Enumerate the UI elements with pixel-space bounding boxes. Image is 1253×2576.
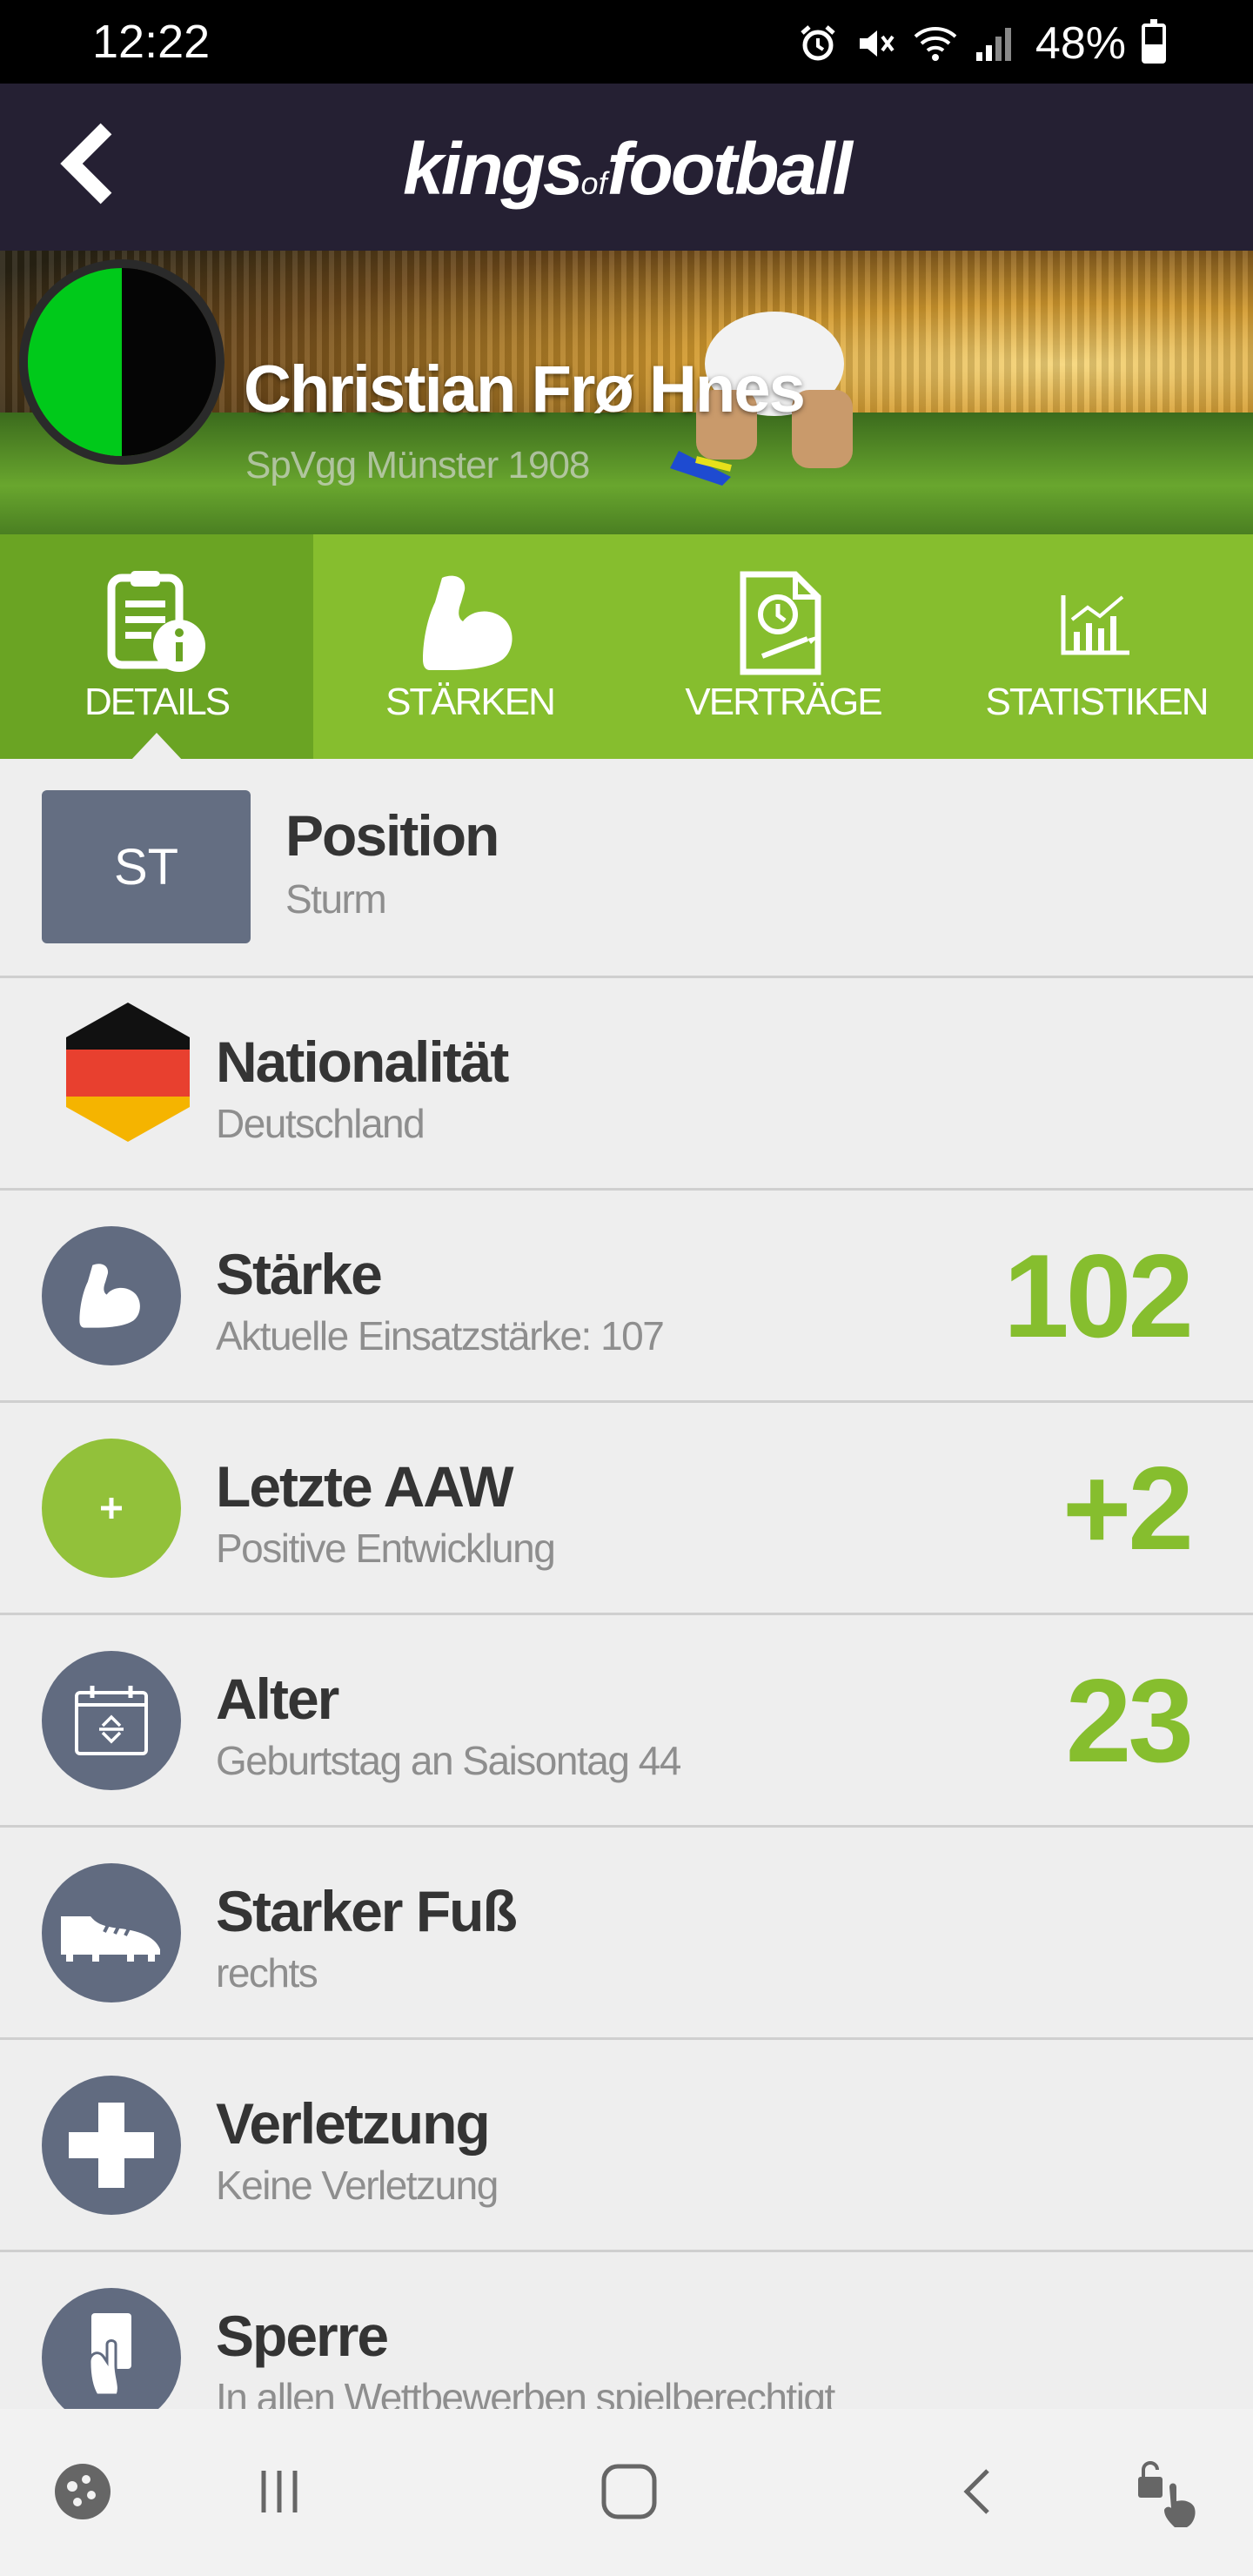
- row-subtitle: Aktuelle Einsatzstärke: 107: [216, 1313, 665, 1358]
- medical-cross-icon: [42, 2075, 181, 2215]
- status-bar: 12:22 48%: [0, 0, 1253, 84]
- bar-chart-icon: [1061, 595, 1129, 655]
- tab-label: STÄRKEN: [385, 681, 556, 723]
- row-title: Sperre: [216, 2304, 389, 2368]
- card-hand-icon: [42, 2287, 181, 2427]
- lock-touch-icon[interactable]: [1122, 2444, 1218, 2539]
- detail-row-injury: Verletzung Keine Verletzung: [0, 2040, 1253, 2252]
- recent-apps-icon[interactable]: [231, 2444, 327, 2539]
- logo-kings: kings: [403, 128, 583, 210]
- logo-football: football: [606, 128, 853, 210]
- player-name: Christian Frø Hnes: [244, 352, 806, 426]
- row-subtitle: Deutschland: [216, 1101, 425, 1146]
- logo-of: of: [580, 165, 607, 201]
- flexed-arm-icon: [423, 575, 513, 670]
- germany-flag-icon: [66, 1003, 190, 1142]
- plus-icon: [42, 1438, 181, 1578]
- row-title: Verletzung: [216, 2091, 491, 2156]
- row-title: Letzte AAW: [216, 1454, 514, 1519]
- details-list: ST Position Sturm Nationalität Deutschla…: [0, 759, 1253, 2465]
- row-subtitle: Positive Entwicklung: [216, 1526, 556, 1571]
- strength-value: 102: [1003, 1229, 1194, 1362]
- status-time: 12:22: [92, 16, 211, 68]
- tab-statistiken[interactable]: STATISTIKEN: [940, 534, 1253, 759]
- row-title: Stärke: [216, 1242, 383, 1306]
- tab-bar: DETAILS STÄRKEN VERTRÄGE STATISTIKEN: [0, 534, 1253, 759]
- row-subtitle: Sturm: [285, 876, 387, 922]
- mute-icon: [859, 30, 895, 57]
- tab-details[interactable]: DETAILS: [0, 534, 313, 759]
- battery-icon: [1142, 19, 1166, 64]
- tab-label: STATISTIKEN: [985, 681, 1209, 723]
- row-subtitle: Keine Verletzung: [216, 2163, 499, 2208]
- battery-percent: 48%: [1035, 18, 1126, 69]
- tab-label: DETAILS: [84, 681, 231, 723]
- status-icons: 48%: [797, 17, 1166, 70]
- player-club[interactable]: SpVgg Münster 1908: [245, 444, 590, 487]
- app-header: kingsoffootball: [0, 84, 1253, 251]
- club-badge: [19, 259, 224, 465]
- detail-row-age: Alter Geburtstag an Saisontag 44 23: [0, 1615, 1253, 1828]
- active-tab-indicator: [131, 733, 183, 761]
- detail-row-aaw: Letzte AAW Positive Entwicklung +2: [0, 1403, 1253, 1615]
- row-title: Alter: [216, 1667, 339, 1731]
- tab-vertraege[interactable]: VERTRÄGE: [626, 534, 940, 759]
- row-subtitle: Geburtstag an Saisontag 44: [216, 1738, 681, 1783]
- game-launcher-icon[interactable]: [35, 2444, 131, 2539]
- home-icon[interactable]: [581, 2444, 677, 2539]
- alarm-icon: [801, 25, 835, 61]
- calendar-icon: [42, 1650, 181, 1790]
- system-nav-bar: [0, 2409, 1253, 2576]
- row-title: Starker Fuß: [216, 1879, 518, 1943]
- app-logo: kingsoffootball: [0, 127, 1253, 211]
- aaw-value: +2: [1062, 1441, 1194, 1574]
- tab-label: VERTRÄGE: [685, 681, 882, 723]
- document-info-icon: [107, 571, 205, 672]
- detail-row-nationality: Nationalität Deutschland: [0, 978, 1253, 1191]
- signal-icon: [975, 28, 1011, 61]
- age-value: 23: [1065, 1654, 1194, 1787]
- flexed-arm-icon: [42, 1225, 181, 1365]
- row-title: Position: [285, 803, 499, 868]
- boot-icon: [42, 1862, 181, 2002]
- tab-staerken[interactable]: STÄRKEN: [313, 534, 626, 759]
- detail-row-position: ST Position Sturm: [0, 759, 1253, 978]
- contract-icon: [740, 571, 821, 675]
- back-icon[interactable]: [931, 2444, 1027, 2539]
- row-title: Nationalität: [216, 1030, 509, 1094]
- detail-row-foot: Starker Fuß rechts: [0, 1828, 1253, 2040]
- row-subtitle: rechts: [216, 1950, 318, 1996]
- position-badge: ST: [42, 790, 251, 943]
- wifi-icon: [914, 27, 957, 61]
- detail-row-strength: Stärke Aktuelle Einsatzstärke: 107 102: [0, 1191, 1253, 1403]
